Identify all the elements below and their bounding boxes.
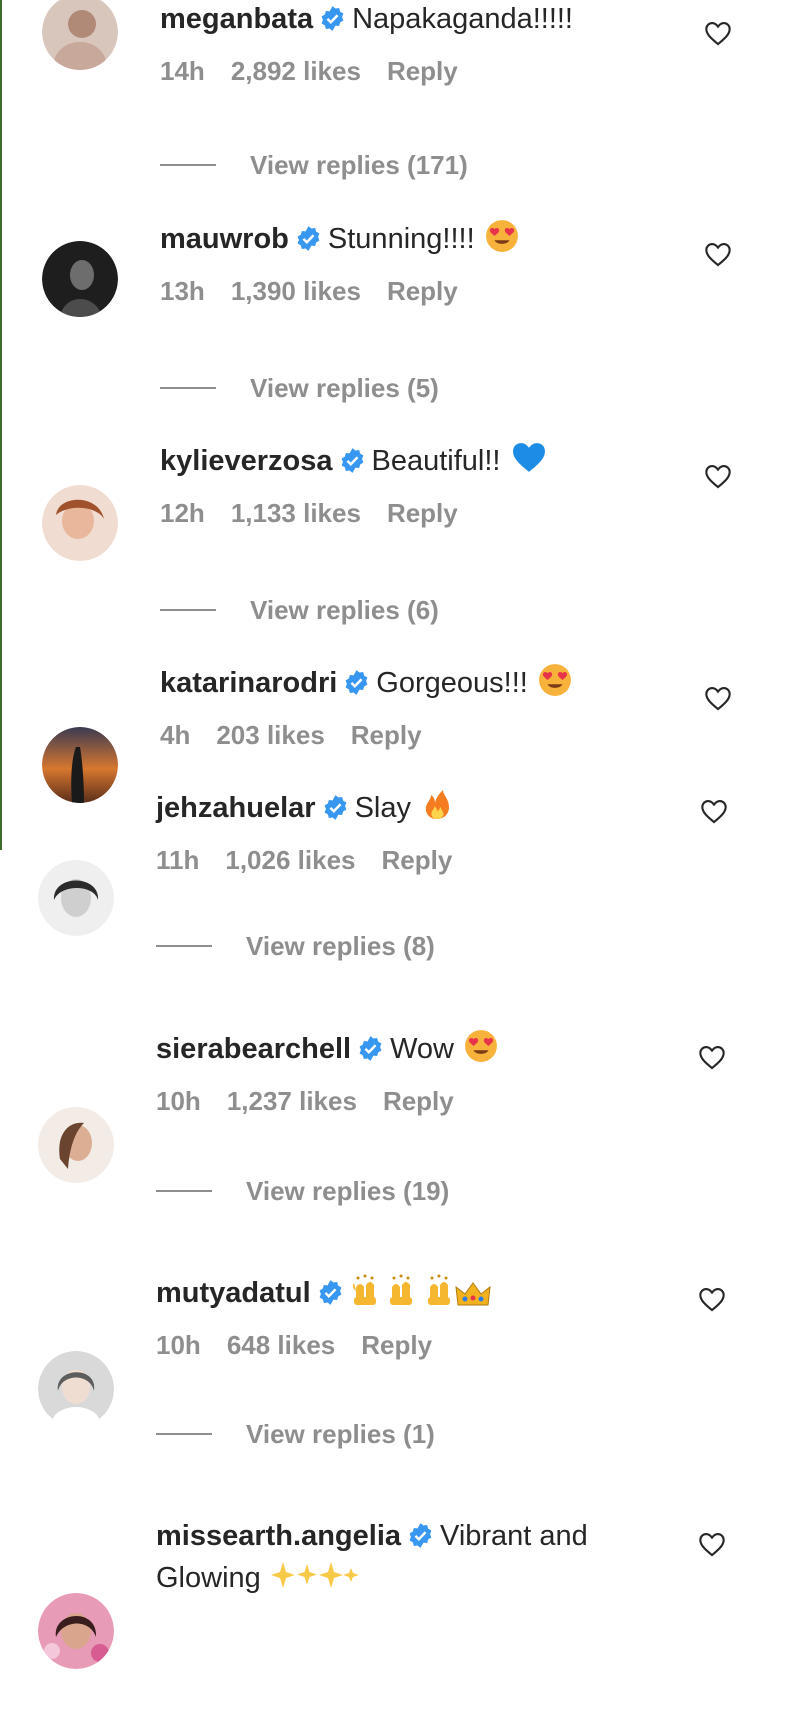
comment-text: Slay	[354, 792, 411, 824]
comment-meta: 13h 1,390 likes Reply	[160, 276, 720, 307]
view-replies-label: View replies (1)	[246, 1419, 435, 1449]
view-replies-button[interactable]: View replies (8)	[156, 931, 435, 962]
verified-badge-icon	[343, 669, 370, 696]
heart-eyes-emoji	[464, 1029, 498, 1063]
avatar[interactable]	[38, 860, 114, 936]
username[interactable]: mauwrob	[160, 223, 289, 255]
heart-outline-icon[interactable]	[704, 685, 732, 711]
username[interactable]: kylieverzosa	[160, 445, 333, 477]
heart-outline-icon[interactable]	[698, 1531, 726, 1557]
timestamp: 10h	[156, 1086, 201, 1116]
username[interactable]: katarinarodri	[160, 667, 337, 699]
verified-badge-icon	[339, 447, 366, 474]
fire-emoji	[421, 786, 453, 822]
like-count[interactable]: 1,390 likes	[231, 276, 361, 306]
comment-meta: 10h 1,237 likes Reply	[156, 1086, 720, 1117]
like-count[interactable]: 1,026 likes	[225, 845, 355, 875]
heart-outline-icon[interactable]	[698, 1044, 726, 1070]
like-count[interactable]: 648 likes	[227, 1330, 335, 1360]
verified-badge-icon	[407, 1522, 434, 1549]
reply-button[interactable]: Reply	[387, 498, 458, 528]
heart-outline-icon[interactable]	[704, 463, 732, 489]
left-edge-strip	[0, 0, 2, 850]
avatar[interactable]	[42, 727, 118, 803]
timestamp: 4h	[160, 720, 191, 750]
username[interactable]: jehzahuelar	[156, 792, 316, 824]
timestamp: 11h	[156, 845, 200, 875]
comment-meta: 11h 1,026 likes Reply	[156, 845, 720, 876]
username[interactable]: missearth.angelia	[156, 1520, 401, 1552]
view-replies-button[interactable]: View replies (19)	[156, 1176, 449, 1207]
reply-button[interactable]: Reply	[361, 1330, 432, 1360]
verified-badge-icon	[322, 794, 349, 821]
view-replies-label: View replies (19)	[246, 1176, 450, 1206]
timestamp: 14h	[160, 56, 205, 86]
divider-dash	[160, 609, 216, 611]
like-count[interactable]: 1,133 likes	[231, 498, 361, 528]
username[interactable]: sierabearchell	[156, 1033, 351, 1065]
comment-meta: 10h 648 likes Reply	[156, 1330, 720, 1361]
timestamp: 10h	[156, 1330, 201, 1360]
like-count[interactable]: 2,892 likes	[231, 56, 361, 86]
reply-button[interactable]: Reply	[383, 1086, 454, 1116]
like-count[interactable]: 1,237 likes	[227, 1086, 357, 1116]
verified-badge-icon	[319, 5, 346, 32]
view-replies-button[interactable]: View replies (6)	[160, 595, 439, 626]
view-replies-button[interactable]: View replies (171)	[160, 150, 468, 181]
comment-meta: 4h 203 likes Reply	[160, 720, 720, 751]
heart-outline-icon[interactable]	[698, 1286, 726, 1312]
reply-button[interactable]: Reply	[387, 56, 458, 86]
comment-text: Wow	[390, 1033, 454, 1065]
heart-eyes-emoji	[538, 663, 572, 697]
blue-heart-emoji	[511, 441, 547, 475]
timestamp: 13h	[160, 276, 205, 306]
avatar[interactable]	[42, 241, 118, 317]
view-replies-button[interactable]: View replies (1)	[156, 1419, 435, 1450]
divider-dash	[156, 945, 212, 947]
comment-meta: 12h 1,133 likes Reply	[160, 498, 720, 529]
avatar[interactable]	[38, 1593, 114, 1669]
divider-dash	[160, 164, 216, 166]
reply-button[interactable]: Reply	[382, 845, 453, 875]
view-replies-label: View replies (6)	[250, 595, 439, 625]
view-replies-label: View replies (8)	[246, 931, 435, 961]
like-count[interactable]: 203 likes	[216, 720, 324, 750]
verified-badge-icon	[295, 225, 322, 252]
view-replies-label: View replies (5)	[250, 373, 439, 403]
comment-text: Stunning!!!!	[327, 223, 475, 255]
heart-outline-icon[interactable]	[700, 798, 728, 824]
view-replies-label: View replies (171)	[250, 150, 468, 180]
avatar[interactable]	[38, 1107, 114, 1183]
view-replies-button[interactable]: View replies (5)	[160, 373, 439, 404]
raised-hands-crown-emoji	[352, 1273, 502, 1307]
reply-button[interactable]: Reply	[351, 720, 422, 750]
timestamp: 12h	[160, 498, 205, 528]
divider-dash	[160, 387, 216, 389]
reply-button[interactable]: Reply	[387, 276, 458, 306]
username[interactable]: meganbata	[160, 3, 313, 35]
comment-meta: 14h 2,892 likes Reply	[160, 56, 720, 87]
username[interactable]: mutyadatul	[156, 1277, 311, 1309]
heart-outline-icon[interactable]	[704, 241, 732, 267]
comment-text: Napakaganda!!!!!	[352, 3, 573, 35]
verified-badge-icon	[357, 1035, 384, 1062]
verified-badge-icon	[317, 1279, 344, 1306]
avatar[interactable]	[42, 0, 118, 70]
comment-text: Beautiful!!	[371, 445, 501, 477]
divider-dash	[156, 1190, 212, 1192]
avatar[interactable]	[42, 485, 118, 561]
heart-eyes-emoji	[485, 219, 519, 253]
sparkles-emoji	[270, 1558, 361, 1592]
avatar[interactable]	[38, 1351, 114, 1427]
comment-text: Gorgeous!!!	[376, 667, 528, 699]
heart-outline-icon[interactable]	[704, 20, 732, 46]
divider-dash	[156, 1433, 212, 1435]
